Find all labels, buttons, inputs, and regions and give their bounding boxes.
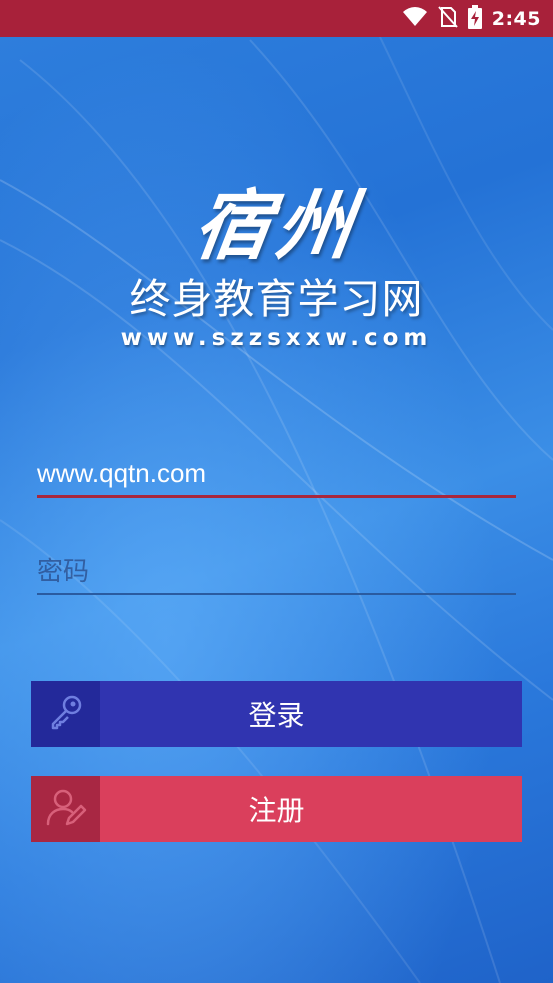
status-bar: 2:45: [0, 0, 553, 37]
login-button-label: 登录: [248, 699, 305, 732]
app-logo: 宿州 终身教育学习网 www.szzsxxw.com: [0, 180, 553, 352]
no-sim-icon: [437, 5, 458, 32]
login-screen: 2:45 宿州 终身教育学习网 www.szzsxxw.com 登录: [0, 0, 553, 983]
password-input[interactable]: [37, 549, 516, 595]
logo-title: 终身教育学习网: [129, 275, 424, 323]
register-icon-box: [31, 776, 100, 842]
status-icons: 2:45: [402, 0, 541, 37]
status-time: 2:45: [491, 7, 541, 30]
logo-calligraphy: 宿州: [188, 181, 365, 270]
register-button-label: 注册: [248, 794, 305, 827]
logo-url: www.szzsxxw.com: [120, 325, 433, 351]
login-icon-box: [31, 681, 100, 747]
login-button[interactable]: 登录: [31, 681, 522, 747]
battery-charging-icon: [467, 4, 482, 33]
username-input[interactable]: [37, 452, 516, 498]
wifi-icon: [402, 6, 428, 31]
key-icon: [46, 692, 86, 736]
user-edit-icon: [45, 786, 87, 832]
register-button[interactable]: 注册: [31, 776, 522, 842]
